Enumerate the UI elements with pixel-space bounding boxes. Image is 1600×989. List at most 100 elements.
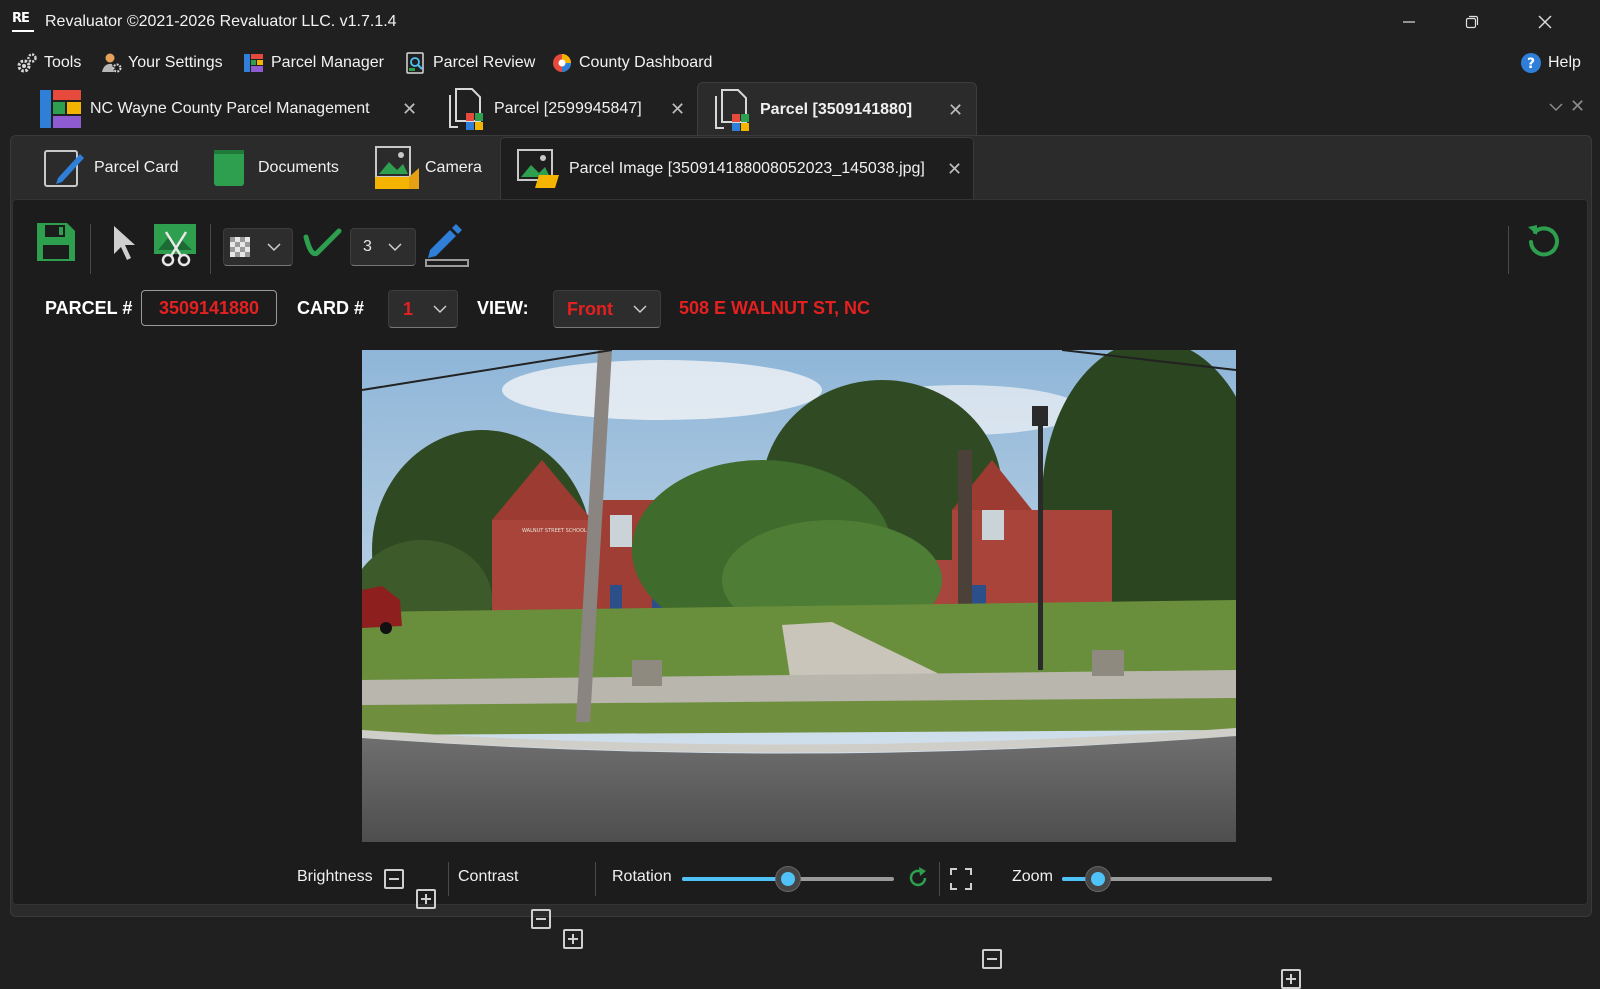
contrast-label: Contrast bbox=[458, 868, 519, 885]
stroke-width-dropdown[interactable]: 3 bbox=[350, 228, 416, 266]
close-tab-icon[interactable]: ✕ bbox=[948, 100, 963, 121]
gear-icon bbox=[16, 52, 38, 74]
tab-parcel-card[interactable]: Parcel Card bbox=[44, 137, 178, 199]
tab-label: Documents bbox=[258, 159, 339, 176]
toolbar-separator bbox=[1508, 226, 1509, 274]
parcel-doc-icon bbox=[448, 87, 488, 131]
menu-county-dashboard-label: County Dashboard bbox=[579, 54, 713, 71]
tab-camera[interactable]: Camera bbox=[375, 137, 482, 199]
tab-documents[interactable]: Documents bbox=[214, 137, 339, 199]
tab-county-parcel-management[interactable]: NC Wayne County Parcel Management ✕ bbox=[40, 82, 425, 136]
close-window-button[interactable] bbox=[1522, 8, 1568, 36]
menu-parcel-review-label: Parcel Review bbox=[433, 54, 536, 71]
brightness-increase-button[interactable] bbox=[416, 889, 436, 909]
tab-label: Camera bbox=[425, 159, 482, 176]
parcel-manager-icon bbox=[243, 52, 265, 74]
menu-county-dashboard[interactable]: County Dashboard bbox=[551, 50, 712, 76]
menu-your-settings-label: Your Settings bbox=[128, 54, 223, 71]
stroke-width-value: 3 bbox=[363, 238, 372, 255]
app-logo: RE bbox=[12, 12, 34, 32]
tab-label: Parcel [2599945847] bbox=[494, 100, 642, 117]
chevron-down-icon bbox=[633, 305, 647, 314]
contrast-decrease-button[interactable] bbox=[531, 909, 551, 929]
tab-parcel-3509141880[interactable]: Parcel [3509141880] ✕ bbox=[697, 82, 977, 137]
restore-button[interactable] bbox=[1449, 8, 1495, 36]
svg-text:?: ? bbox=[1527, 56, 1535, 72]
parcel-number-field[interactable]: 3509141880 bbox=[141, 290, 277, 326]
fit-to-screen-icon[interactable] bbox=[950, 868, 972, 895]
tab-parcel-image[interactable]: Parcel Image [350914188008052023_145038.… bbox=[500, 137, 974, 200]
marker-color-button[interactable] bbox=[424, 220, 472, 268]
documents-icon bbox=[214, 150, 244, 186]
brightness-label: Brightness bbox=[297, 868, 373, 885]
zoom-in-button[interactable] bbox=[1281, 969, 1301, 989]
crop-scissors-icon bbox=[154, 224, 196, 267]
minimize-button[interactable] bbox=[1386, 8, 1432, 36]
menu-help-label: Help bbox=[1548, 54, 1581, 71]
camera-photo-icon bbox=[375, 146, 419, 190]
chevron-down-icon bbox=[267, 243, 281, 252]
control-separator bbox=[448, 862, 449, 896]
select-tool-button[interactable] bbox=[106, 220, 140, 264]
rotate-icon[interactable] bbox=[906, 866, 930, 895]
freehand-draw-button[interactable] bbox=[302, 220, 344, 264]
chevron-down-icon bbox=[433, 305, 447, 314]
view-dropdown[interactable]: Front bbox=[553, 290, 661, 328]
zoom-slider-thumb[interactable] bbox=[1084, 866, 1111, 892]
close-all-tabs-icon[interactable]: ✕ bbox=[1570, 96, 1585, 117]
save-button[interactable] bbox=[34, 220, 78, 264]
card-number-label: CARD # bbox=[297, 298, 365, 318]
close-icon bbox=[1538, 15, 1552, 29]
tab-label: NC Wayne County Parcel Management bbox=[90, 100, 370, 117]
cursor-arrow-icon bbox=[114, 226, 135, 260]
minimize-icon bbox=[1403, 21, 1415, 23]
fill-pattern-dropdown[interactable] bbox=[223, 228, 293, 266]
edit-card-icon bbox=[44, 148, 84, 188]
reset-button[interactable] bbox=[1522, 220, 1566, 264]
checker-pattern-icon bbox=[230, 237, 250, 257]
menu-parcel-manager[interactable]: Parcel Manager bbox=[243, 50, 384, 76]
zoom-out-button[interactable] bbox=[982, 949, 1002, 969]
freehand-curve-icon bbox=[303, 228, 342, 257]
menu-parcel-manager-label: Parcel Manager bbox=[271, 54, 384, 71]
zoom-label: Zoom bbox=[1012, 868, 1053, 885]
parcel-review-icon bbox=[405, 52, 427, 74]
window-title: Revaluator ©2021-2026 Revaluator LLC. v1… bbox=[45, 13, 397, 30]
school-sign-text: WALNUT STREET SCHOOL bbox=[522, 528, 587, 534]
control-separator bbox=[939, 862, 940, 896]
close-tab-icon[interactable]: ✕ bbox=[402, 99, 417, 120]
rotation-label: Rotation bbox=[612, 868, 672, 885]
menu-parcel-review[interactable]: Parcel Review bbox=[405, 50, 535, 76]
rotation-slider-fill bbox=[682, 877, 788, 881]
reset-rotate-icon bbox=[1528, 225, 1559, 257]
parcel-address: 508 E WALNUT ST, NC bbox=[679, 298, 871, 318]
card-number-dropdown[interactable]: 1 bbox=[388, 290, 458, 328]
menu-your-settings[interactable]: Your Settings bbox=[100, 50, 223, 76]
parcel-photo[interactable]: WALNUT STREET SCHOOL bbox=[362, 350, 1236, 842]
view-value: Front bbox=[567, 298, 613, 319]
close-tab-icon[interactable]: ✕ bbox=[947, 159, 962, 180]
toolbar-separator bbox=[90, 224, 91, 274]
menu-help[interactable]: ? Help bbox=[1520, 50, 1581, 76]
save-icon bbox=[37, 223, 75, 261]
toolbar-separator bbox=[210, 224, 211, 274]
county-management-icon bbox=[40, 90, 82, 128]
menu-tools-label: Tools bbox=[44, 54, 82, 71]
brightness-decrease-button[interactable] bbox=[384, 869, 404, 889]
county-dashboard-icon bbox=[551, 52, 573, 74]
tab-label: Parcel [3509141880] bbox=[760, 101, 913, 118]
tab-label: Parcel Card bbox=[94, 159, 179, 176]
rotation-slider-thumb[interactable] bbox=[775, 866, 801, 892]
control-separator bbox=[595, 862, 596, 896]
contrast-increase-button[interactable] bbox=[563, 929, 583, 949]
card-number-value: 1 bbox=[403, 298, 414, 319]
view-label: VIEW: bbox=[477, 298, 529, 318]
tab-label: Parcel Image [350914188008052023_145038.… bbox=[569, 160, 925, 177]
tab-overflow-chevron-icon[interactable] bbox=[1548, 100, 1564, 118]
parcel-image-icon bbox=[517, 149, 561, 189]
menu-tools[interactable]: Tools bbox=[16, 50, 81, 76]
close-tab-icon[interactable]: ✕ bbox=[670, 99, 685, 120]
tab-parcel-2599945847[interactable]: Parcel [2599945847] ✕ bbox=[448, 82, 693, 136]
crop-tool-button[interactable] bbox=[152, 220, 200, 268]
marker-pen-icon bbox=[425, 224, 469, 267]
